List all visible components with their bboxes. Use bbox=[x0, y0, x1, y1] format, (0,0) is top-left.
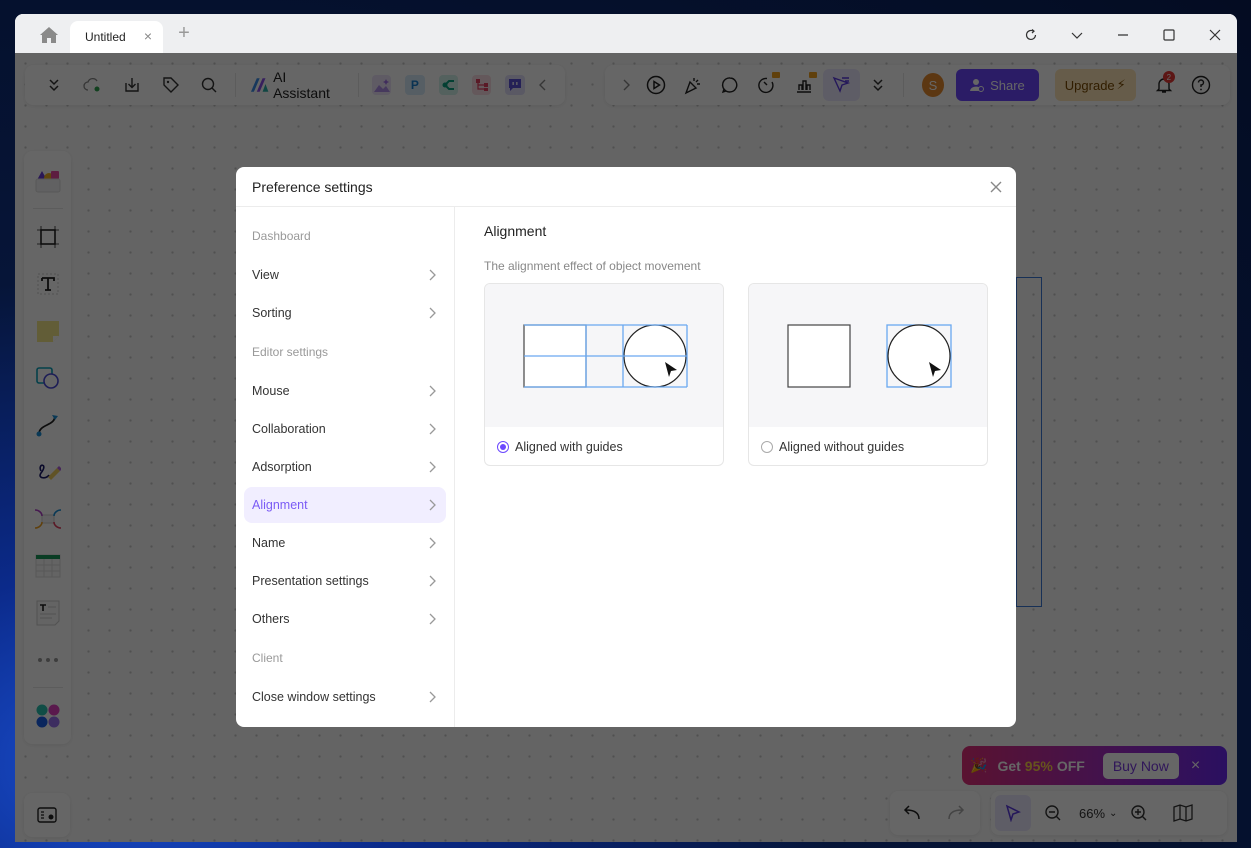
option-label-row: Aligned with guides bbox=[485, 427, 723, 465]
option-aligned-without-guides[interactable]: Aligned without guides bbox=[748, 283, 988, 466]
sidebar-item-label: View bbox=[252, 268, 279, 282]
chevron-right-icon bbox=[429, 269, 436, 281]
chevron-right-icon bbox=[429, 499, 436, 511]
tab-title: Untitled bbox=[85, 30, 126, 44]
sidebar-item-label: Adsorption bbox=[252, 460, 312, 474]
preview-without-guides bbox=[749, 284, 987, 427]
group-dashboard: Dashboard bbox=[252, 229, 311, 243]
chevron-right-icon bbox=[429, 423, 436, 435]
preference-settings-dialog: Preference settings Dashboard View Sorti… bbox=[236, 167, 1016, 727]
sidebar-item-adsorption[interactable]: Adsorption bbox=[244, 449, 446, 485]
chevron-right-icon bbox=[429, 575, 436, 587]
sidebar-item-label: Presentation settings bbox=[252, 574, 369, 588]
sidebar-item-label: Collaboration bbox=[252, 422, 326, 436]
sidebar-item-name[interactable]: Name bbox=[244, 525, 446, 561]
window-close-icon[interactable] bbox=[1204, 24, 1226, 46]
tab-untitled[interactable]: Untitled × bbox=[70, 21, 163, 53]
new-tab-button[interactable]: + bbox=[175, 23, 193, 43]
sidebar-item-label: Others bbox=[252, 612, 290, 626]
sidebar-item-label: Alignment bbox=[252, 498, 308, 512]
chevron-right-icon bbox=[429, 307, 436, 319]
chevron-right-icon bbox=[429, 461, 436, 473]
title-bar: Untitled × + bbox=[15, 14, 1237, 53]
chevron-right-icon bbox=[429, 537, 436, 549]
chevron-down-icon[interactable] bbox=[1066, 24, 1088, 46]
sidebar-item-label: Sorting bbox=[252, 306, 292, 320]
chevron-right-icon bbox=[429, 613, 436, 625]
sidebar-item-presentation-settings[interactable]: Presentation settings bbox=[244, 563, 446, 599]
sidebar-item-label: Close window settings bbox=[252, 690, 376, 704]
home-icon[interactable] bbox=[39, 26, 59, 44]
sidebar-item-label: Mouse bbox=[252, 384, 290, 398]
group-client: Client bbox=[252, 651, 283, 665]
dialog-header: Preference settings bbox=[236, 167, 1016, 207]
app-window: Untitled × + Preference settings Dashboa… bbox=[15, 14, 1237, 842]
maximize-icon[interactable] bbox=[1158, 24, 1180, 46]
section-title: Alignment bbox=[484, 223, 547, 239]
chevron-right-icon bbox=[429, 385, 436, 397]
sidebar-item-close-window-settings[interactable]: Close window settings bbox=[244, 679, 446, 715]
settings-content: Alignment The alignment effect of object… bbox=[456, 207, 1016, 727]
sidebar-item-mouse[interactable]: Mouse bbox=[244, 373, 446, 409]
group-editor-settings: Editor settings bbox=[252, 345, 329, 359]
chevron-right-icon bbox=[429, 691, 436, 703]
radio-aligned-without-guides[interactable] bbox=[761, 441, 773, 453]
dialog-title: Preference settings bbox=[252, 178, 373, 195]
option-label: Aligned without guides bbox=[779, 440, 905, 454]
alignment-options: Aligned with guides Aligned without guid… bbox=[484, 283, 988, 466]
sidebar-item-alignment[interactable]: Alignment bbox=[244, 487, 446, 523]
option-aligned-with-guides[interactable]: Aligned with guides bbox=[484, 283, 724, 466]
sidebar-item-others[interactable]: Others bbox=[244, 601, 446, 637]
sidebar-item-label: Name bbox=[252, 536, 286, 550]
sidebar-item-sorting[interactable]: Sorting bbox=[244, 295, 446, 331]
minimize-icon[interactable] bbox=[1112, 24, 1134, 46]
sidebar-item-collaboration[interactable]: Collaboration bbox=[244, 411, 446, 447]
option-label: Aligned with guides bbox=[515, 440, 623, 454]
refresh-icon[interactable] bbox=[1020, 24, 1042, 46]
option-label-row: Aligned without guides bbox=[749, 427, 987, 465]
section-description: The alignment effect of object movement bbox=[484, 259, 701, 273]
tab-close-icon[interactable]: × bbox=[141, 29, 155, 43]
preview-with-guides bbox=[485, 284, 723, 427]
dialog-close-icon[interactable] bbox=[988, 179, 1004, 195]
radio-aligned-with-guides[interactable] bbox=[497, 441, 509, 453]
sidebar-item-view[interactable]: View bbox=[244, 257, 446, 293]
settings-sidebar: Dashboard View Sorting Editor settings M… bbox=[236, 207, 455, 727]
